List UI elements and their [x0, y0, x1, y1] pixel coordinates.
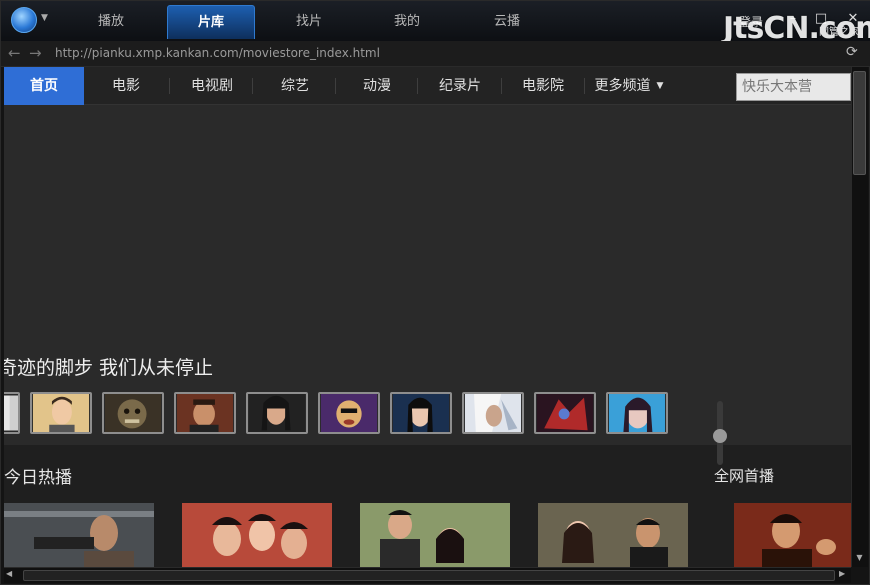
caret-down-icon: ▼ — [656, 81, 664, 91]
thumbnail-7[interactable] — [462, 392, 524, 434]
thumbnail-6[interactable] — [390, 392, 452, 434]
channel-nav: 首页 电影 电视剧 综艺 动漫 纪录片 电影院 更多频道 ▼ 快乐大本营 — [4, 67, 851, 105]
title-bar: ▼ 播放 片库 找片 我的 云播 登录 – □ ✕ JtsCN.com 网管之家 — [1, 1, 870, 46]
url-text[interactable]: http://pianku.xmp.kankan.com/moviestore_… — [55, 46, 380, 60]
tab-find[interactable]: 找片 — [265, 5, 353, 39]
scroll-down-icon[interactable]: ▼ — [853, 551, 866, 564]
scroll-right-icon[interactable]: ▶ — [839, 569, 845, 578]
divider — [501, 78, 502, 94]
thumbnail-3[interactable] — [174, 392, 236, 434]
divider — [417, 78, 418, 94]
poster-3[interactable] — [360, 503, 510, 567]
divider — [584, 78, 585, 94]
chevron-down-icon[interactable]: ▼ — [41, 13, 48, 23]
poster-2[interactable] — [182, 503, 332, 567]
thumbnail-1[interactable] — [30, 392, 92, 434]
horizontal-scroll-thumb[interactable] — [23, 570, 835, 581]
lower-section: 今日热播 全网首播 — [4, 445, 851, 567]
premiere-slider-knob[interactable] — [713, 429, 727, 443]
address-bar: ← → http://pianku.xmp.kankan.com/moviest… — [1, 41, 870, 67]
thumbnail-9[interactable] — [606, 392, 668, 434]
tab-mine[interactable]: 我的 — [363, 5, 451, 39]
tab-cloud-play[interactable]: 云播 — [463, 5, 551, 39]
poster-4[interactable] — [538, 503, 688, 567]
thumbnail-5[interactable] — [318, 392, 380, 434]
thumbnail-0[interactable] — [4, 392, 20, 434]
section-title-web-premiere: 全网首播 — [714, 467, 775, 485]
divider — [169, 78, 170, 94]
thumbnail-2[interactable] — [102, 392, 164, 434]
channel-documentary[interactable]: 纪录片 — [419, 67, 501, 105]
forward-arrow-icon[interactable]: → — [29, 44, 42, 62]
channel-more-label: 更多频道 — [594, 78, 651, 94]
back-arrow-icon[interactable]: ← — [8, 44, 21, 62]
channel-home[interactable]: 首页 — [4, 67, 84, 105]
scroll-left-icon[interactable]: ◀ — [6, 569, 12, 578]
channel-anime[interactable]: 动漫 — [337, 67, 417, 105]
poster-premiere[interactable] — [734, 503, 851, 567]
channel-variety[interactable]: 综艺 — [254, 67, 336, 105]
refresh-icon[interactable]: ⟳ — [846, 44, 858, 60]
app-logo-icon[interactable] — [11, 7, 37, 33]
main-content: 奇迹的脚步 我们从未停止 今日热播 全网首播 — [4, 105, 851, 567]
tab-play[interactable]: 播放 — [67, 5, 155, 39]
divider — [335, 78, 336, 94]
thumbnail-4[interactable] — [246, 392, 308, 434]
channel-tv[interactable]: 电视剧 — [172, 67, 252, 105]
thumbnail-8[interactable] — [534, 392, 596, 434]
channel-cinema[interactable]: 电影院 — [503, 67, 583, 105]
search-input[interactable]: 快乐大本营 — [736, 73, 851, 101]
watermark-sub: 网管之家 — [819, 27, 859, 38]
channel-movie[interactable]: 电影 — [90, 67, 162, 105]
hero-slogan: 奇迹的脚步 我们从未停止 — [4, 357, 214, 379]
tab-library[interactable]: 片库 — [167, 5, 255, 39]
channel-more[interactable]: 更多频道 ▼ — [586, 67, 672, 105]
poster-1[interactable] — [4, 503, 154, 567]
vertical-scroll-thumb[interactable] — [853, 71, 866, 175]
divider — [252, 78, 253, 94]
hero-banner: 奇迹的脚步 我们从未停止 — [4, 105, 851, 445]
app-window: ▼ 播放 片库 找片 我的 云播 登录 – □ ✕ JtsCN.com 网管之家… — [0, 0, 870, 585]
section-title-today-hot: 今日热播 — [4, 468, 72, 488]
